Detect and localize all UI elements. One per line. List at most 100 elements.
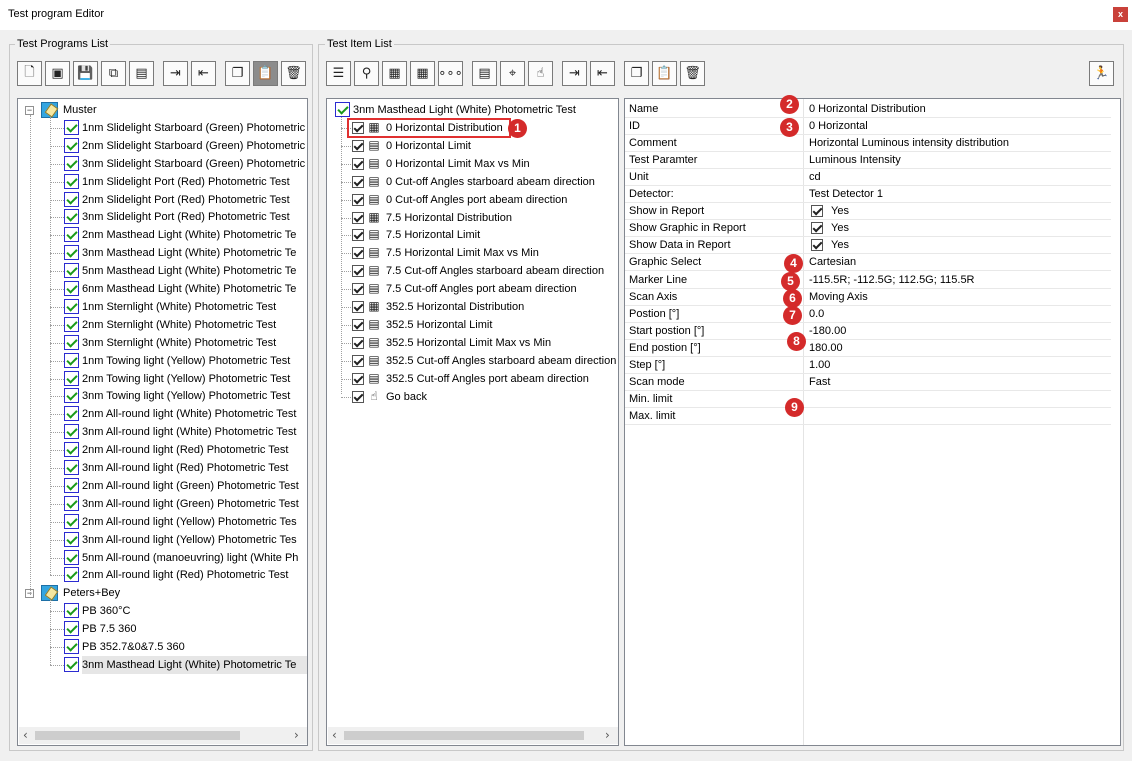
property-row[interactable]: End postion [°] 180.00 bbox=[625, 340, 1111, 357]
program-item[interactable]: PB 352.7&0&7.5 360 bbox=[82, 638, 185, 656]
program-checkbox[interactable] bbox=[64, 137, 79, 153]
program-group-label[interactable]: Muster bbox=[63, 101, 97, 119]
paste-button[interactable]: 📋 bbox=[253, 61, 278, 86]
scroll-right-arrow[interactable]: › bbox=[294, 728, 299, 742]
property-row[interactable]: Min. limit bbox=[625, 391, 1111, 408]
delete-button[interactable]: 🗑 bbox=[281, 61, 306, 86]
program-item[interactable]: 2nm Towing light (Yellow) Photometric Te… bbox=[82, 370, 290, 388]
program-checkbox[interactable] bbox=[64, 155, 79, 171]
program-checkbox[interactable] bbox=[64, 656, 79, 672]
test-item[interactable]: 7.5 Cut-off Angles starboard abeam direc… bbox=[386, 262, 604, 280]
program-item[interactable]: 3nm All-round light (Yellow) Photometric… bbox=[82, 531, 297, 549]
program-checkbox[interactable] bbox=[64, 119, 79, 135]
paste-button[interactable]: 📋 bbox=[652, 61, 677, 86]
property-row[interactable]: ID 0 Horizontal bbox=[625, 118, 1111, 136]
property-row[interactable]: Test Paramter Luminous Intensity bbox=[625, 152, 1111, 170]
item-checkbox[interactable] bbox=[352, 336, 364, 349]
program-checkbox[interactable] bbox=[64, 442, 79, 458]
horizontal-scrollbar[interactable]: ‹ › bbox=[19, 727, 307, 744]
item-checkbox[interactable] bbox=[352, 211, 364, 224]
property-value[interactable]: 0 Horizontal bbox=[809, 120, 868, 132]
program-item[interactable]: 2nm All-round light (Green) Photometric … bbox=[82, 477, 299, 495]
property-value[interactable]: -180.00 bbox=[809, 325, 846, 337]
property-value[interactable]: Fast bbox=[809, 376, 830, 388]
program-item[interactable]: 1nm Towing light (Yellow) Photometric Te… bbox=[82, 352, 290, 370]
test-item[interactable]: 352.5 Cut-off Angles starboard abeam dir… bbox=[386, 352, 616, 370]
move-out-button[interactable]: ⇤ bbox=[191, 61, 216, 86]
move-in-button[interactable]: ⇥ bbox=[562, 61, 587, 86]
program-item[interactable]: 2nm Sternlight (White) Photometric Test bbox=[82, 316, 276, 334]
root-checkbox[interactable] bbox=[335, 102, 350, 117]
program-checkbox[interactable] bbox=[64, 281, 79, 296]
property-value[interactable]: Luminous Intensity bbox=[809, 154, 901, 166]
program-item[interactable]: 3nm Towing light (Yellow) Photometric Te… bbox=[82, 387, 290, 405]
programs-tree[interactable]: − Muster 1nm Slidelight Starboard (Green) … bbox=[17, 98, 308, 746]
test-item[interactable]: Go back bbox=[386, 388, 427, 406]
program-checkbox[interactable] bbox=[64, 370, 79, 386]
property-value[interactable]: cd bbox=[809, 171, 821, 183]
program-checkbox[interactable] bbox=[64, 495, 79, 511]
program-item[interactable]: 3nm Sternlight (White) Photometric Test bbox=[82, 334, 276, 352]
program-group-label[interactable]: Peters+Bey bbox=[63, 584, 120, 602]
property-row[interactable]: Unit cd bbox=[625, 169, 1111, 187]
test-item[interactable]: 0 Cut-off Angles starboard abeam directi… bbox=[386, 173, 595, 191]
property-checkbox[interactable] bbox=[811, 205, 823, 218]
test-item[interactable]: 0 Cut-off Angles port abeam direction bbox=[386, 191, 567, 209]
property-value[interactable]: Test Detector 1 bbox=[809, 188, 883, 200]
property-row[interactable]: Show Graphic in Report Yes bbox=[625, 220, 1111, 238]
move-out-button[interactable]: ⇤ bbox=[590, 61, 615, 86]
property-row[interactable]: Show in Report Yes bbox=[625, 203, 1111, 221]
property-value[interactable]: Moving Axis bbox=[809, 291, 868, 303]
program-checkbox[interactable] bbox=[64, 227, 79, 243]
test-item[interactable]: 352.5 Horizontal Limit bbox=[386, 316, 492, 334]
detector-button[interactable]: ⚲ bbox=[354, 61, 379, 86]
item-checkbox[interactable] bbox=[352, 390, 364, 403]
save-button[interactable]: 💾 bbox=[73, 61, 98, 86]
property-value[interactable]: 0 Horizontal Distribution bbox=[809, 103, 926, 115]
property-value[interactable]: 180.00 bbox=[809, 342, 843, 354]
add-list-button[interactable]: ▤ bbox=[129, 61, 154, 86]
program-item[interactable]: 3nm Slidelight Starboard (Green) Photome… bbox=[82, 155, 305, 173]
program-properties-button[interactable]: ▣ bbox=[45, 61, 70, 86]
program-item[interactable]: 3nm Masthead Light (White) Photometric T… bbox=[82, 655, 307, 674]
test-item[interactable]: 352.5 Horizontal Distribution bbox=[386, 298, 524, 316]
program-checkbox[interactable] bbox=[64, 334, 79, 350]
test-item[interactable]: 0 Horizontal Limit bbox=[386, 137, 471, 155]
copy-button[interactable]: ❐ bbox=[624, 61, 649, 86]
copy-button[interactable]: ❐ bbox=[225, 61, 250, 86]
item-checkbox[interactable] bbox=[352, 372, 364, 385]
test-item[interactable]: 7.5 Horizontal Distribution bbox=[386, 209, 512, 227]
program-item[interactable]: PB 360°C bbox=[82, 602, 130, 620]
test-item[interactable]: 0 Horizontal Limit Max vs Min bbox=[386, 155, 530, 173]
property-value[interactable]: Yes bbox=[831, 205, 849, 217]
property-value[interactable]: -115.5R; -112.5G; 112.5G; 115.5R bbox=[809, 274, 975, 286]
program-checkbox[interactable] bbox=[64, 424, 79, 440]
table-button[interactable]: ▦ bbox=[410, 61, 435, 86]
item-checkbox[interactable] bbox=[352, 175, 364, 188]
scroll-left-arrow[interactable]: ‹ bbox=[332, 728, 337, 742]
program-item[interactable]: 1nm Sternlight (White) Photometric Test bbox=[82, 298, 276, 316]
test-item[interactable]: 352.5 Cut-off Angles port abeam directio… bbox=[386, 370, 589, 388]
program-checkbox[interactable] bbox=[64, 298, 79, 314]
property-row[interactable]: Scan Axis Moving Axis bbox=[625, 289, 1111, 306]
test-item[interactable]: 352.5 Horizontal Limit Max vs Min bbox=[386, 334, 551, 352]
property-row[interactable]: Start postion [°] -180.00 bbox=[625, 323, 1111, 340]
program-item[interactable]: 1nm Slidelight Port (Red) Photometric Te… bbox=[82, 173, 290, 191]
program-item[interactable]: 2nm All-round light (Red) Photometric Te… bbox=[82, 566, 288, 584]
run-test-button[interactable]: 🏃 bbox=[1089, 61, 1114, 86]
program-checkbox[interactable] bbox=[64, 406, 79, 422]
program-checkbox[interactable] bbox=[64, 460, 79, 475]
property-row[interactable]: Comment Horizontal Luminous intensity dis… bbox=[625, 135, 1111, 153]
new-program-button[interactable]: 🗋 bbox=[17, 61, 42, 86]
program-checkbox[interactable] bbox=[64, 621, 79, 637]
program-item[interactable]: 6nm Masthead Light (White) Photometric T… bbox=[82, 280, 296, 298]
property-value[interactable]: Cartesian bbox=[809, 256, 856, 268]
item-checkbox[interactable] bbox=[352, 301, 364, 313]
test-item[interactable]: 7.5 Horizontal Limit bbox=[386, 226, 480, 244]
scrollbar-thumb[interactable] bbox=[35, 731, 240, 740]
program-checkbox[interactable] bbox=[64, 191, 79, 207]
program-checkbox[interactable] bbox=[64, 549, 79, 565]
scrollbar-thumb[interactable] bbox=[344, 731, 584, 740]
program-item[interactable]: 3nm Masthead Light (White) Photometric T… bbox=[82, 244, 296, 262]
item-checkbox[interactable] bbox=[352, 265, 364, 278]
